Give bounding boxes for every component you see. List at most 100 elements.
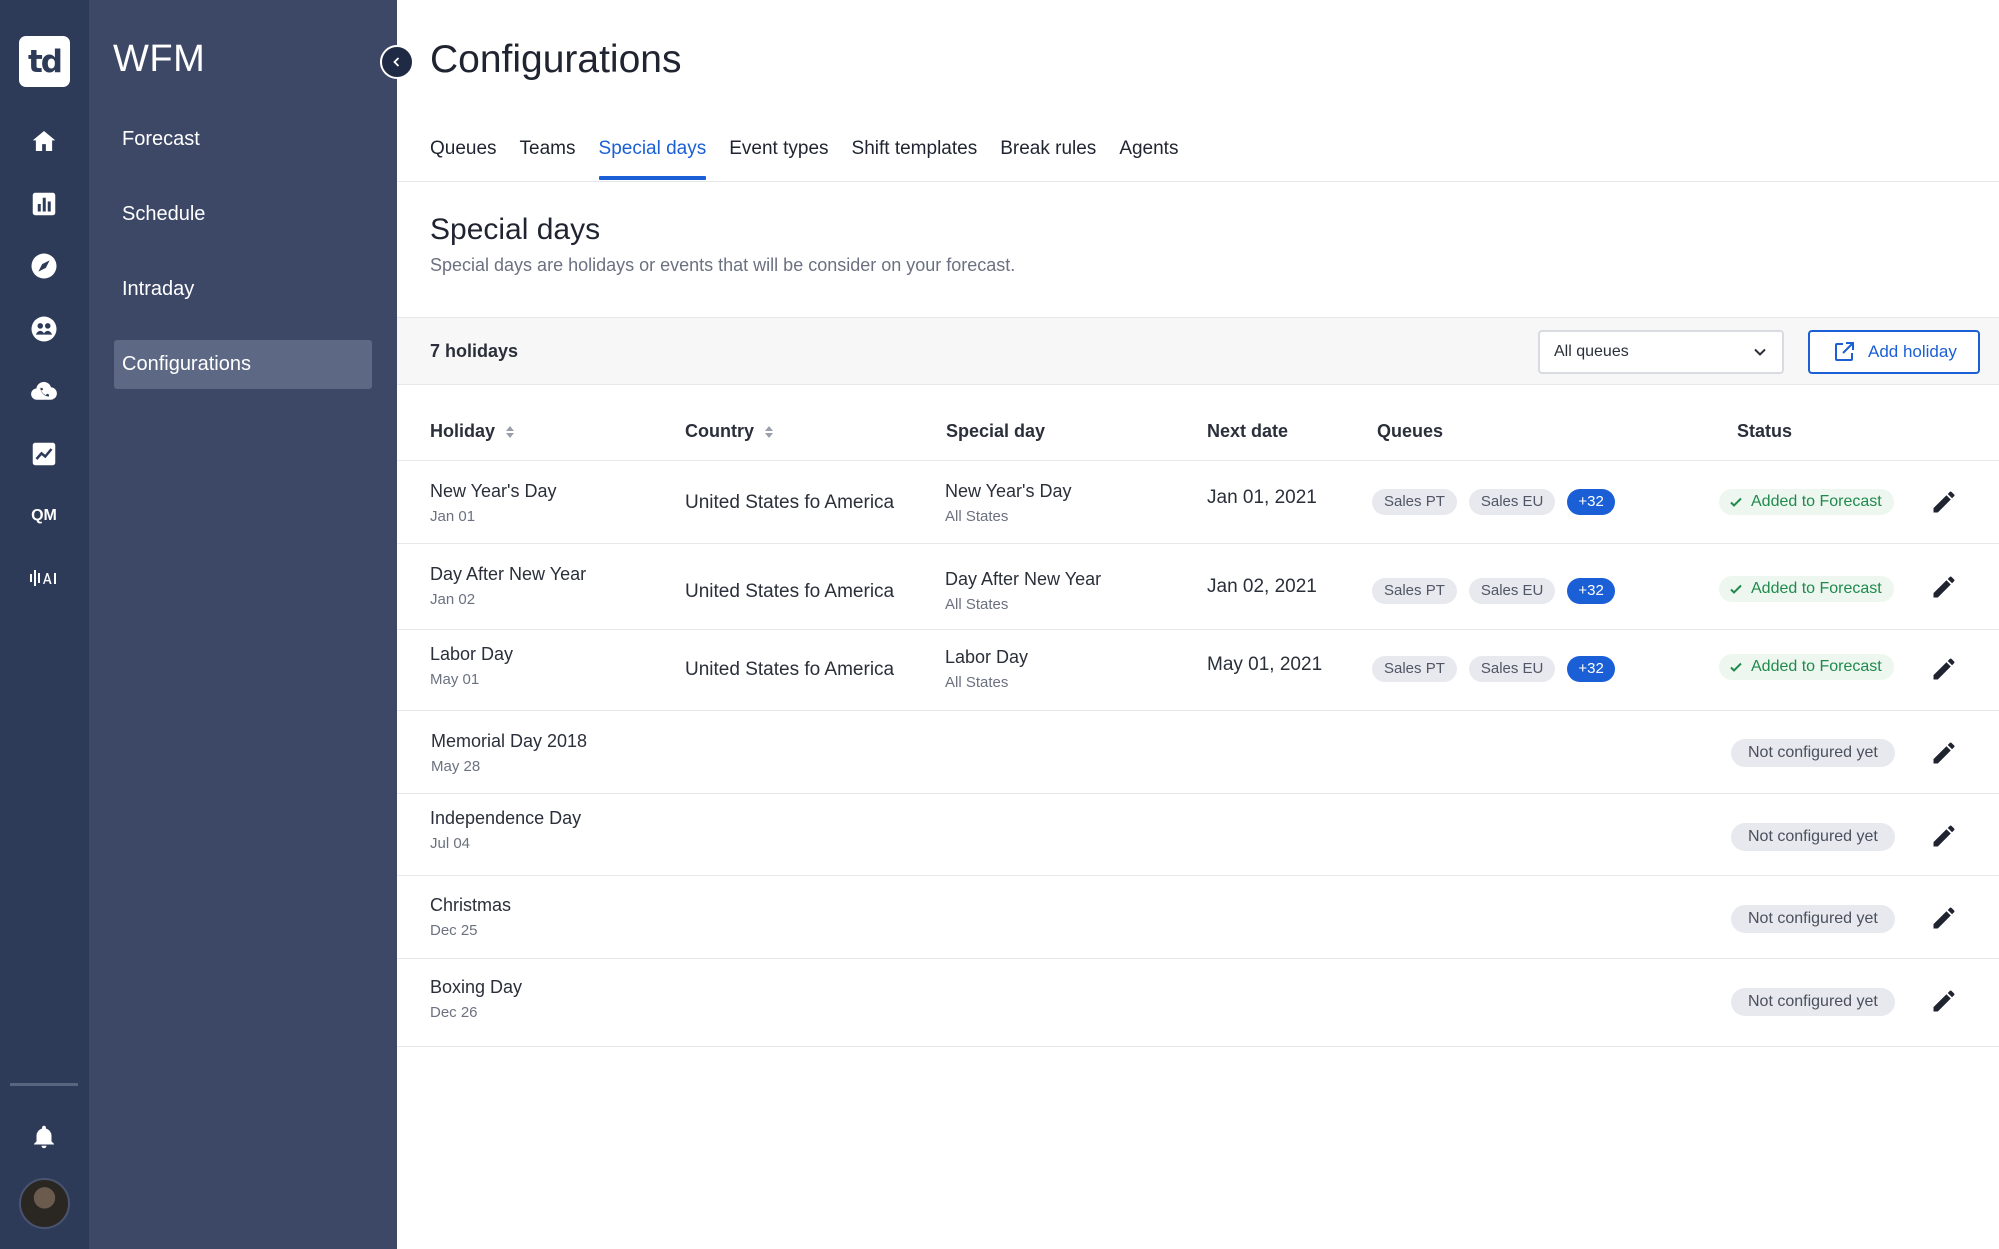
- page-title: Configurations: [430, 38, 682, 81]
- bell-icon[interactable]: [26, 1119, 62, 1155]
- table-row[interactable]: Christmas Dec 25 Not configured yet: [397, 876, 1999, 959]
- cloud-phone-icon[interactable]: [26, 373, 62, 409]
- country: United States fo America: [685, 492, 895, 513]
- status-label: Added to Forecast: [1751, 658, 1882, 675]
- chevron-down-icon: [1754, 348, 1766, 356]
- queue-chips: Sales PT Sales EU +32: [1372, 656, 1627, 682]
- voice-ai-icon[interactable]: [26, 560, 62, 596]
- special-day-name: Day After New Year: [945, 569, 1102, 589]
- header-country[interactable]: Country: [685, 421, 774, 442]
- td-logo[interactable]: td: [19, 36, 70, 87]
- special-day-name: New Year's Day: [945, 481, 1072, 501]
- section-title: Special days: [430, 213, 601, 246]
- edit-pencil-icon[interactable]: [1930, 987, 1958, 1015]
- table-row[interactable]: Boxing Day Dec 26 Not configured yet: [397, 959, 1999, 1047]
- tab-special-days[interactable]: Special days: [598, 139, 706, 182]
- holiday-name: Memorial Day 2018: [431, 731, 588, 751]
- queue-chip: Sales PT: [1372, 656, 1457, 682]
- table-row[interactable]: Independence Day Jul 04 Not configured y…: [397, 794, 1999, 876]
- status-label: Added to Forecast: [1751, 493, 1882, 510]
- holiday-name: New Year's Day: [430, 481, 557, 501]
- nav-item-forecast[interactable]: Forecast: [114, 115, 372, 164]
- tab-event-types[interactable]: Event types: [729, 139, 828, 182]
- status-badge: Not configured yet: [1731, 739, 1895, 767]
- more-queues-chip[interactable]: +32: [1567, 578, 1615, 604]
- compass-icon[interactable]: [26, 248, 62, 284]
- status-badge: Not configured yet: [1731, 988, 1895, 1016]
- holiday-date: Jul 04: [430, 835, 471, 852]
- header-next-date: Next date: [1207, 421, 1289, 441]
- header-holiday[interactable]: Holiday: [430, 421, 515, 442]
- edit-pencil-icon[interactable]: [1930, 573, 1958, 601]
- tab-break-rules[interactable]: Break rules: [1000, 139, 1096, 182]
- queue-chip: Sales PT: [1372, 489, 1457, 515]
- status-label: Added to Forecast: [1751, 580, 1882, 597]
- user-avatar[interactable]: [19, 1178, 70, 1229]
- table-toolbar: 7 holidays All queues Add holiday: [397, 317, 1999, 385]
- holiday-date: Dec 26: [430, 1004, 478, 1021]
- nav-item-intraday[interactable]: Intraday: [114, 265, 372, 314]
- trend-chart-icon[interactable]: [26, 436, 62, 472]
- next-date: Jan 01, 2021: [1207, 487, 1317, 508]
- bar-chart-icon[interactable]: [26, 186, 62, 222]
- collapse-sidebar-button[interactable]: [380, 45, 414, 79]
- tabs-divider: [397, 181, 1999, 182]
- edit-pencil-icon[interactable]: [1930, 655, 1958, 683]
- table-row[interactable]: New Year's Day Jan 01 United States fo A…: [397, 461, 1999, 544]
- tab-teams[interactable]: Teams: [520, 139, 576, 182]
- holiday-name: Independence Day: [430, 808, 582, 828]
- special-day-region: All States: [945, 674, 1009, 691]
- header-holiday-label: Holiday: [430, 421, 496, 441]
- holiday-date: Jan 01: [430, 508, 476, 525]
- table-row[interactable]: Day After New Year Jan 02 United States …: [397, 544, 1999, 630]
- people-icon[interactable]: [26, 311, 62, 347]
- queue-chip: Sales EU: [1468, 656, 1556, 682]
- icon-rail: td QM: [0, 0, 89, 1249]
- sort-icon: [506, 425, 515, 438]
- check-icon: [1730, 584, 1742, 594]
- holiday-date: Jan 02: [430, 591, 476, 608]
- nav-item-schedule[interactable]: Schedule: [114, 190, 372, 239]
- edit-pencil-icon[interactable]: [1930, 739, 1958, 767]
- holiday-date: Dec 25: [430, 922, 478, 939]
- tab-agents[interactable]: Agents: [1119, 139, 1178, 182]
- queue-select[interactable]: All queues: [1538, 330, 1784, 374]
- queue-chips: Sales PT Sales EU +32: [1372, 578, 1627, 604]
- app-title: WFM: [113, 38, 206, 80]
- header-special-day: Special day: [946, 421, 1046, 441]
- holiday-date: May 01: [430, 671, 480, 688]
- edit-pencil-icon[interactable]: [1930, 904, 1958, 932]
- status-badge: Added to Forecast: [1719, 576, 1894, 602]
- country: United States fo America: [685, 659, 895, 680]
- edit-pencil-icon[interactable]: [1930, 822, 1958, 850]
- home-icon[interactable]: [26, 123, 62, 159]
- holiday-name: Christmas: [430, 895, 512, 915]
- main-content: Configurations Queues Teams Special days…: [397, 0, 1999, 1249]
- holiday-name: Boxing Day: [430, 977, 523, 997]
- holiday-date: May 28: [431, 758, 481, 775]
- qm-icon[interactable]: QM: [26, 498, 62, 534]
- next-date: May 01, 2021: [1207, 654, 1323, 675]
- holiday-count: 7 holidays: [430, 341, 519, 361]
- special-day-region: All States: [945, 596, 1009, 613]
- special-day-region: All States: [945, 508, 1009, 525]
- add-holiday-button[interactable]: Add holiday: [1808, 330, 1980, 374]
- table-row[interactable]: Memorial Day 2018 May 28 Not configured …: [397, 711, 1999, 794]
- header-status: Status: [1737, 421, 1793, 441]
- table-row[interactable]: Labor Day May 01 United States fo Americ…: [397, 630, 1999, 711]
- tab-shift-templates[interactable]: Shift templates: [852, 139, 978, 182]
- check-icon: [1730, 497, 1742, 507]
- more-queues-chip[interactable]: +32: [1567, 489, 1615, 515]
- tab-queues[interactable]: Queues: [430, 139, 497, 182]
- holiday-name: Labor Day: [430, 644, 514, 664]
- edit-pencil-icon[interactable]: [1930, 488, 1958, 516]
- tabs: Queues Teams Special days Event types Sh…: [430, 139, 1201, 182]
- status-badge: Added to Forecast: [1719, 654, 1894, 680]
- more-queues-chip[interactable]: +32: [1567, 656, 1615, 682]
- queue-select-value: All queues: [1554, 343, 1629, 360]
- sort-icon: [765, 425, 773, 438]
- status-badge: Not configured yet: [1731, 823, 1895, 851]
- nav-panel: WFM Forecast Schedule Intraday Configura…: [89, 0, 397, 1249]
- rail-divider: [10, 1083, 78, 1086]
- nav-item-configurations[interactable]: Configurations: [114, 340, 372, 389]
